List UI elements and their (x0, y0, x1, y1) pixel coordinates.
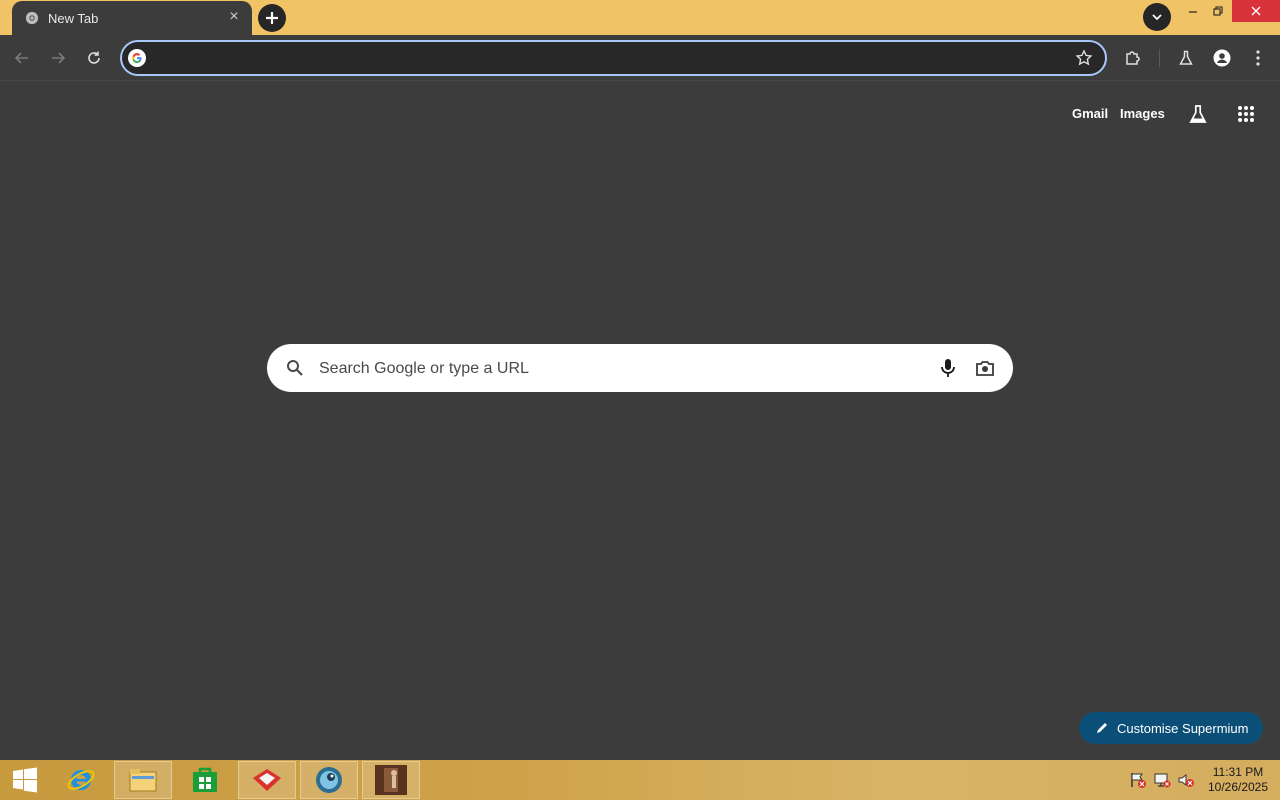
system-clock[interactable]: 11:31 PM 10/26/2025 (1203, 765, 1273, 795)
star-icon[interactable] (1075, 49, 1093, 67)
tab-new-tab[interactable]: New Tab × (12, 1, 252, 35)
profile-button[interactable] (1210, 46, 1234, 70)
network-icon[interactable] (1153, 771, 1171, 789)
globe-app-icon (316, 767, 342, 793)
search-labs-button[interactable] (1186, 102, 1210, 126)
clock-time: 11:31 PM (1212, 765, 1264, 779)
customise-button[interactable]: Customise Supermium (1079, 712, 1263, 744)
store-icon (193, 767, 217, 792)
labs-button[interactable] (1174, 46, 1198, 70)
folder-icon (129, 769, 157, 792)
camera-icon[interactable] (974, 357, 996, 379)
plus-icon (266, 12, 278, 24)
images-link[interactable]: Images (1120, 106, 1165, 121)
kebab-menu-icon (1256, 50, 1260, 66)
volume-muted-icon[interactable] (1177, 771, 1195, 789)
gmail-link[interactable]: Gmail (1072, 106, 1108, 121)
start-button[interactable] (0, 761, 50, 799)
forward-button[interactable] (46, 46, 70, 70)
reload-icon (88, 51, 100, 64)
close-icon (1251, 6, 1261, 16)
omnibox[interactable] (120, 40, 1107, 76)
chevron-down-icon (1152, 14, 1162, 21)
new-tab-button[interactable] (258, 4, 286, 32)
windows-logo-icon (13, 767, 37, 793)
puzzle-icon (1126, 51, 1140, 65)
ntp-search-input[interactable] (319, 358, 919, 380)
thumbnail-app-button[interactable] (362, 761, 420, 799)
pencil-icon (1097, 723, 1107, 733)
back-button[interactable] (10, 46, 34, 70)
apps-grid-icon (1238, 106, 1254, 122)
microphone-icon[interactable] (937, 357, 959, 379)
restore-button[interactable] (1205, 0, 1231, 22)
ntp-search-box[interactable] (267, 344, 1013, 392)
flask-icon (1189, 105, 1207, 123)
minimize-icon (1189, 11, 1197, 13)
reload-button[interactable] (82, 46, 106, 70)
customise-label: Customise Supermium (1117, 720, 1249, 736)
red-app-icon (253, 769, 281, 791)
tab-close-button[interactable]: × (226, 9, 242, 25)
flask-icon (1179, 50, 1193, 65)
tab-title: New Tab (48, 11, 99, 26)
extensions-button[interactable] (1121, 46, 1145, 70)
action-center-flag-icon[interactable] (1129, 771, 1147, 789)
tab-search-button[interactable] (1143, 3, 1171, 31)
window-close-button[interactable] (1232, 0, 1280, 22)
restore-icon (1213, 6, 1223, 16)
google-apps-button[interactable] (1234, 102, 1258, 126)
back-arrow-icon (14, 52, 28, 64)
browser-app-button[interactable] (300, 761, 358, 799)
clock-date: 10/26/2025 (1207, 780, 1269, 794)
store-button[interactable] (176, 761, 234, 799)
toolbar-separator (1159, 49, 1160, 67)
tab-strip: New Tab × (0, 0, 1280, 35)
taskbar: 11:31 PM 10/26/2025 (0, 760, 1280, 800)
minimize-button[interactable] (1180, 0, 1206, 22)
profile-icon (1213, 49, 1231, 67)
browser-toolbar (0, 35, 1280, 81)
search-icon (287, 360, 303, 376)
omnibox-input[interactable] (154, 48, 1054, 68)
chrome-icon (25, 11, 39, 25)
google-g-icon (128, 49, 146, 67)
image-thumbnail-icon (375, 765, 407, 795)
menu-button[interactable] (1246, 46, 1270, 70)
file-explorer-button[interactable] (114, 761, 172, 799)
internet-explorer-button[interactable] (52, 761, 110, 799)
internet-explorer-icon (67, 770, 95, 790)
red-app-button[interactable] (238, 761, 296, 799)
forward-arrow-icon (52, 52, 66, 64)
